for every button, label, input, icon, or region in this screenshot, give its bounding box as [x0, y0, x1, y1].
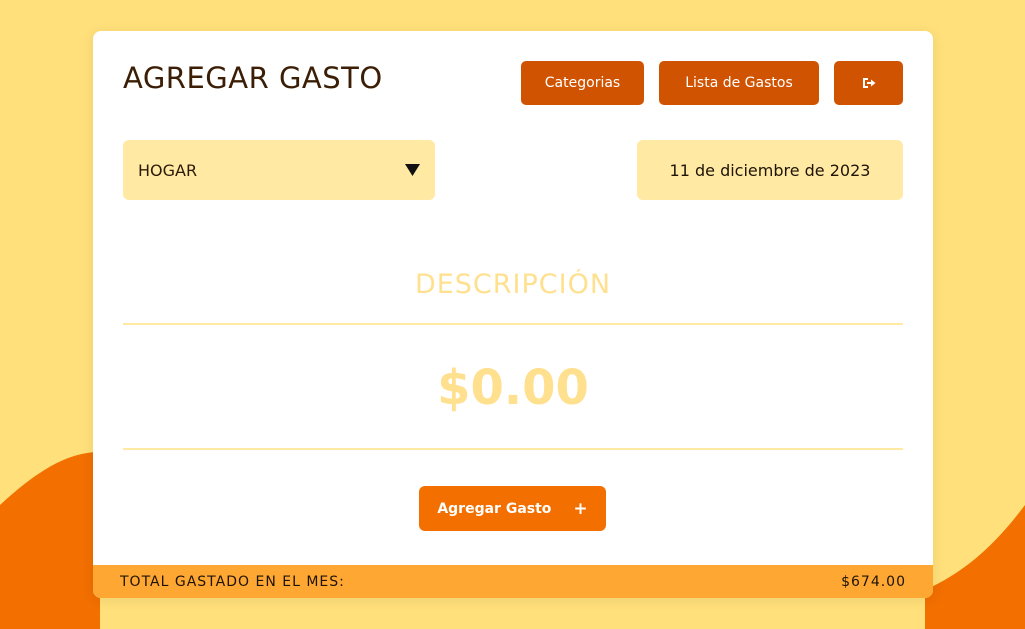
monthly-total-bar: TOTAL GASTADO EN EL MES: $674.00 [93, 565, 933, 598]
monthly-total-value: $674.00 [841, 573, 906, 590]
expense-list-button[interactable]: Lista de Gastos [659, 61, 819, 105]
add-expense-button[interactable]: Agregar Gasto + [419, 486, 606, 531]
add-expense-button-label: Agregar Gasto [437, 500, 552, 517]
description-input[interactable] [123, 245, 903, 325]
categories-button[interactable]: Categorias [521, 61, 644, 105]
page-title: AGREGAR GASTO [123, 61, 383, 95]
plus-icon: + [573, 498, 588, 519]
logout-icon [862, 78, 875, 88]
date-picker[interactable]: 11 de diciembre de 2023 [637, 140, 903, 200]
caret-down-icon [405, 164, 420, 176]
amount-input[interactable] [123, 327, 903, 450]
logout-button[interactable] [834, 61, 903, 105]
monthly-total-label: TOTAL GASTADO EN EL MES: [120, 573, 345, 590]
category-select[interactable]: HOGAR [123, 140, 435, 200]
category-select-value: HOGAR [138, 160, 198, 180]
add-expense-card: AGREGAR GASTO Categorias Lista de Gastos… [93, 31, 933, 598]
